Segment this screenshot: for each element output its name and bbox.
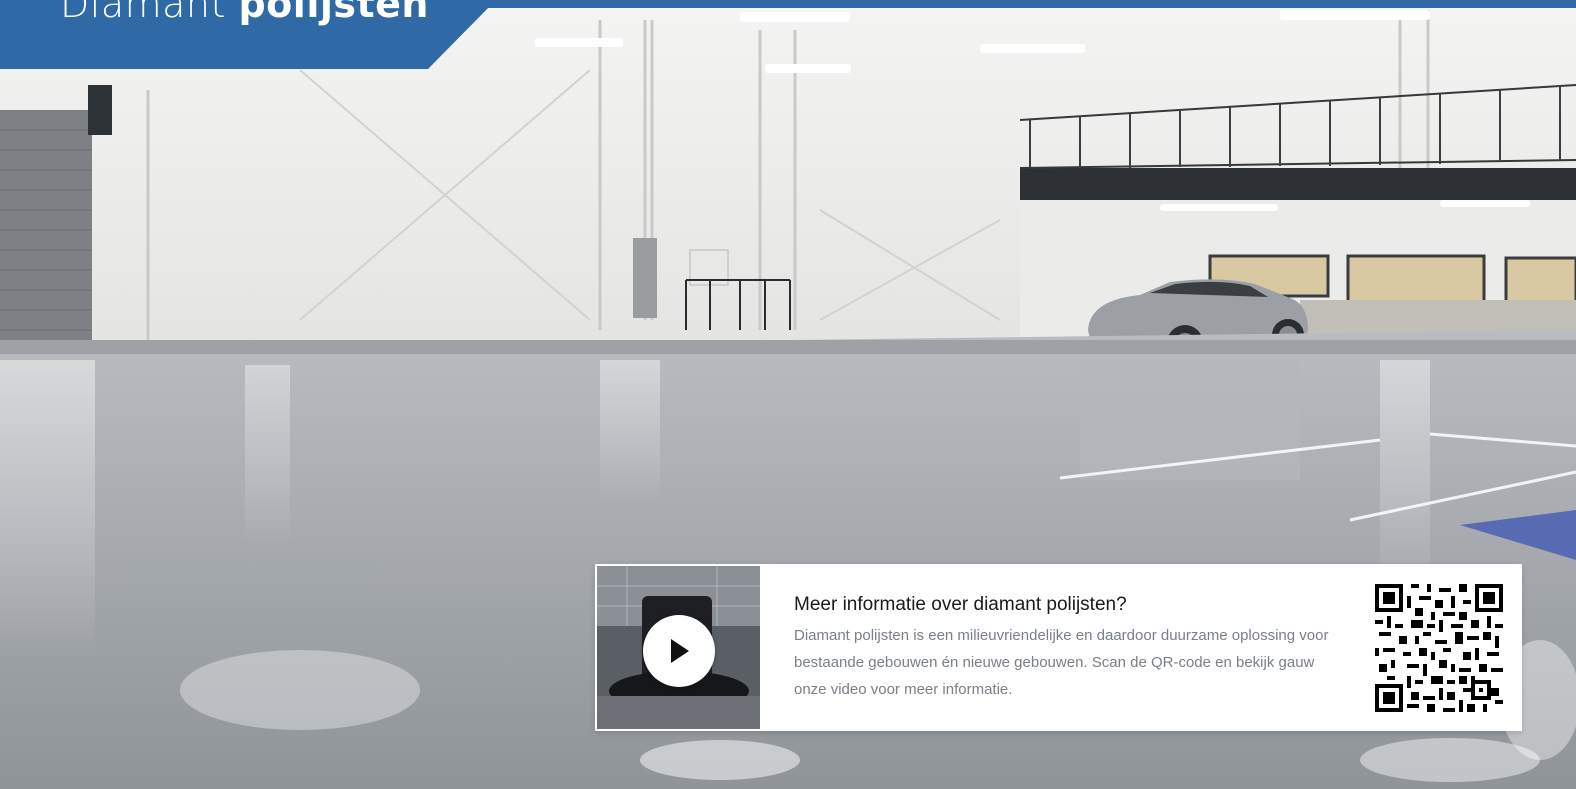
info-heading: Meer informatie over diamant polijsten?: [794, 594, 1127, 615]
page-title-bold: polijsten: [238, 0, 429, 26]
qr-code-icon: [1375, 584, 1503, 712]
page-title: Diamant polijsten: [60, 0, 429, 26]
video-thumbnail[interactable]: [597, 566, 760, 729]
play-button[interactable]: [643, 615, 715, 687]
info-card: Meer informatie over diamant polijsten? …: [595, 564, 1522, 731]
page: Diamant polijsten Meer informatie over d…: [0, 0, 1576, 789]
info-body: Diamant polijsten is een milieuvriendeli…: [794, 627, 1329, 698]
info-text: Meer informatie over diamant polijsten? …: [794, 594, 1334, 703]
play-icon: [671, 639, 689, 663]
page-title-regular: Diamant: [60, 0, 226, 26]
